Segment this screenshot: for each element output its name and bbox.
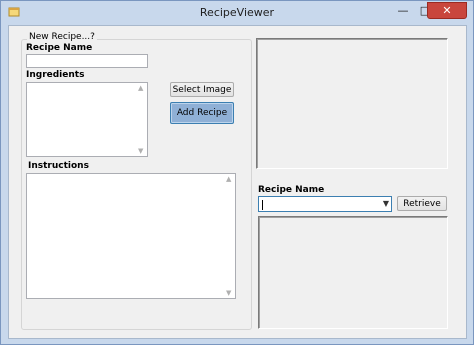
lookup-recipe-name-label: Recipe Name [258,185,325,195]
select-image-button[interactable]: Select Image [170,82,234,97]
recipe-name-label: Recipe Name [26,43,93,53]
ingredients-scrollbar[interactable]: ▲ ▼ [136,83,147,156]
scroll-down-arrow[interactable]: ▼ [226,289,231,297]
text-caret [262,200,263,210]
chevron-down-icon[interactable]: ▼ [383,199,389,208]
instructions-label: Instructions [28,161,89,171]
retrieved-recipe-panel [258,216,448,329]
ingredients-label: Ingredients [26,70,85,80]
ingredients-textarea[interactable]: ▲ ▼ [26,82,148,157]
retrieve-button[interactable]: Retrieve [397,196,447,211]
recipe-name-input[interactable] [26,54,148,68]
recipe-name-combobox[interactable]: ▼ [258,196,392,212]
instructions-scrollbar[interactable]: ▲ ▼ [224,174,235,298]
recipe-image-picturebox [256,38,448,169]
app-window: RecipeViewer — □ ✕ New Recipe...? Recipe… [0,0,474,345]
add-recipe-button[interactable]: Add Recipe [170,102,234,124]
title-bar[interactable]: RecipeViewer — □ ✕ [1,1,473,25]
scroll-up-arrow[interactable]: ▲ [138,84,143,92]
form-client-area: New Recipe...? Recipe Name Ingredients ▲… [8,25,467,339]
scroll-up-arrow[interactable]: ▲ [226,175,231,183]
close-button[interactable]: ✕ [427,2,467,19]
scroll-down-arrow[interactable]: ▼ [138,147,143,155]
new-recipe-group-label: New Recipe...? [27,32,97,42]
instructions-textarea[interactable]: ▲ ▼ [26,173,236,299]
minimize-button[interactable]: — [391,2,415,19]
